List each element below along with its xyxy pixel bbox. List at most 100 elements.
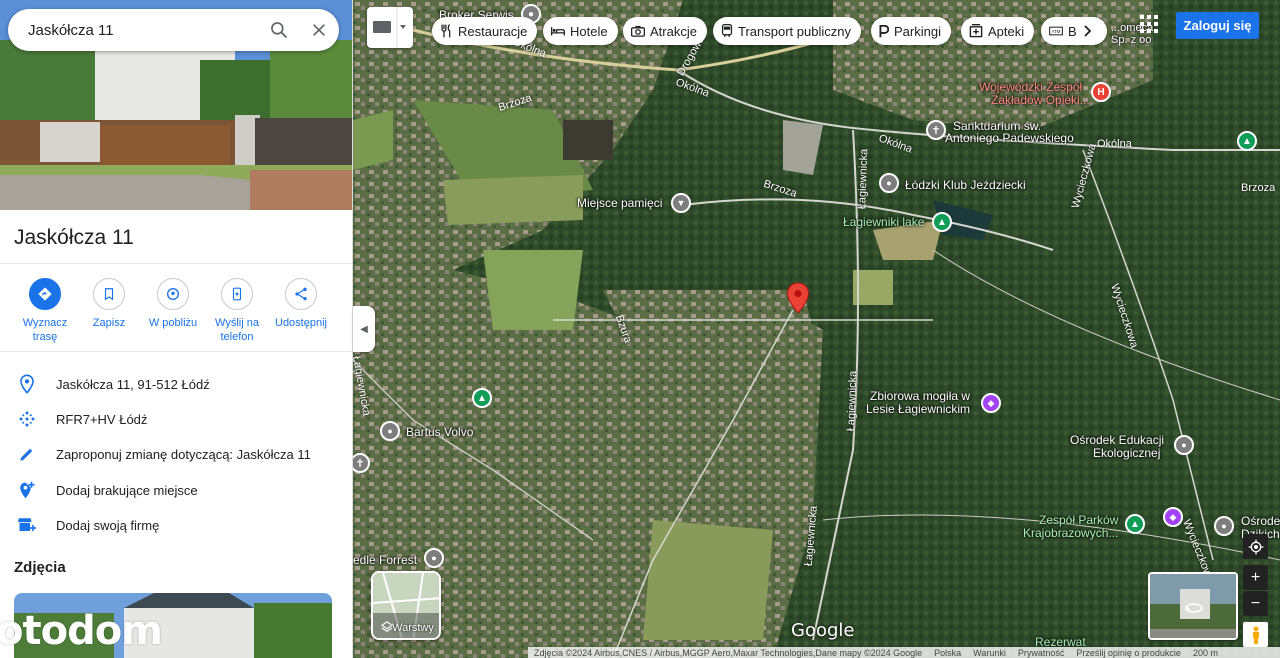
address-row[interactable]: Jaskółcza 11, 91-512 Łódź (0, 367, 352, 401)
chips-scroll-right-button[interactable] (1078, 19, 1103, 43)
nearby-button[interactable]: W pobliżu (141, 278, 205, 330)
search-button[interactable] (259, 9, 299, 51)
country-link[interactable]: Polska (928, 648, 967, 658)
send-to-phone-icon (232, 287, 242, 301)
park-marker[interactable]: ▲ (1237, 131, 1257, 151)
layers-button[interactable]: Warstwy (371, 571, 441, 640)
road-label: Łagiewnicka (856, 148, 871, 210)
search-input[interactable]: Jaskółcza 11 (8, 22, 259, 39)
poi-label[interactable]: Miejsce pamięci (577, 196, 662, 210)
place-title: Jaskółcza 11 (14, 226, 134, 249)
chip-attractions[interactable]: Atrakcje (623, 17, 707, 45)
poi-label[interactable]: Ekologicznej (1093, 446, 1160, 460)
poi-label[interactable]: Łagiewniki lake (843, 215, 924, 229)
directions-button[interactable]: Wyznacz trasę (13, 278, 77, 344)
tree-icon: ▲ (477, 392, 487, 404)
add-missing-place-text: Dodaj brakujące miejsce (56, 482, 198, 498)
my-location-icon (1248, 539, 1263, 554)
collapse-panel-button[interactable]: ◀ (353, 306, 375, 352)
poi-marker[interactable]: ● (1174, 435, 1194, 455)
poi-label[interactable]: Zakładów Opieki... (991, 93, 1090, 107)
zoom-out-button[interactable]: − (1243, 591, 1268, 616)
memorial-marker[interactable]: ◆ (981, 393, 1001, 413)
suggest-edit-row[interactable]: Zaproponuj zmianę dotyczącą: Jaskółcza 1… (0, 437, 352, 471)
hotel-icon (551, 27, 565, 36)
chip-pharmacy[interactable]: Apteki (961, 17, 1035, 45)
add-missing-place-row[interactable]: Dodaj brakujące miejsce (0, 473, 352, 507)
search-box[interactable]: Jaskółcza 11 (8, 9, 339, 51)
poi-label[interactable]: Wojewódzki Zespół (979, 80, 1082, 94)
poi-label[interactable]: Bartus Volvo (406, 425, 473, 439)
hospital-icon: H (1097, 86, 1105, 98)
chip-label: Hotele (570, 23, 608, 39)
place-side-panel: Jaskółcza 11 Jaskółcza 11 Wyznacz trasę Z… (0, 0, 353, 658)
poi-label[interactable]: Łódzki Klub Jeździecki (905, 178, 1026, 192)
add-business-row[interactable]: Dodaj swoją firmę (0, 508, 352, 542)
add-business-text: Dodaj swoją firmę (56, 517, 160, 533)
nearby-icon (167, 288, 179, 300)
pin-icon: ● (886, 178, 892, 188)
place-hero-photo[interactable]: Jaskółcza 11 (0, 0, 352, 210)
attribution-text: Zdjęcia ©2024 Airbus,CNES / Airbus,MGGP … (534, 647, 923, 658)
poi-marker[interactable]: ● (424, 548, 444, 568)
street-view-thumbnail[interactable] (1148, 572, 1238, 640)
chip-label: Apteki (988, 23, 1025, 39)
pharmacy-icon (969, 24, 983, 38)
poi-label[interactable]: Krajobrazowych... (1023, 526, 1118, 540)
restaurant-icon (441, 24, 451, 38)
chip-hotels[interactable]: Hotele (543, 17, 618, 45)
plus-icon: + (1250, 568, 1261, 586)
chip-atm[interactable]: ATM B (1041, 17, 1107, 45)
privacy-link[interactable]: Prywatność (1012, 648, 1071, 658)
place-marker[interactable] (786, 282, 810, 314)
sign-in-button[interactable]: Zaloguj się (1176, 12, 1259, 39)
chip-parking[interactable]: Parkingi (871, 17, 951, 45)
map-type-toggle[interactable] (367, 7, 413, 48)
search-icon (271, 22, 288, 39)
chip-label: Parkingi (894, 23, 941, 39)
atm-icon: ATM (1049, 26, 1063, 36)
park-marker[interactable]: ▲ (932, 212, 952, 232)
poi-marker[interactable]: ✝ (926, 120, 946, 140)
send-to-phone-button[interactable]: Wyślij na telefon (205, 278, 269, 344)
apps-grid-button[interactable] (1140, 15, 1158, 38)
chip-restaurants[interactable]: Restauracje (432, 17, 538, 45)
plus-code-row[interactable]: RFR7+HV Łódź (0, 402, 352, 436)
poi-label[interactable]: Antoniego Padewskiego (945, 131, 1074, 145)
chip-transit[interactable]: Transport publiczny (713, 17, 861, 45)
memorial-icon: ▼ (676, 198, 686, 208)
bookmark-icon (104, 288, 114, 301)
chip-label: B (1068, 23, 1077, 39)
chip-label: Transport publiczny (738, 23, 851, 39)
poi-label[interactable]: Zespół Parków (1039, 513, 1118, 527)
road-label: Łagiewnicka (845, 370, 860, 432)
poi-marker[interactable]: ● (380, 421, 400, 441)
zoom-in-button[interactable]: + (1243, 565, 1268, 590)
pin-icon: ● (1221, 521, 1227, 531)
tree-icon: ▲ (1242, 135, 1252, 147)
poi-label[interactable]: Zbiorowa mogiła w (870, 389, 970, 403)
poi-label[interactable]: Lesie Łagiewnickim (866, 402, 970, 416)
share-button[interactable]: Udostępnij (269, 278, 333, 330)
park-marker[interactable]: ▲ (472, 388, 492, 408)
satellite-map[interactable]: Restauracje Hotele Atrakcje Transport pu… (353, 0, 1280, 658)
terms-link[interactable]: Warunki (967, 648, 1012, 658)
action-label: Wyznacz (22, 317, 68, 329)
clear-search-button[interactable] (299, 9, 339, 51)
poi-label[interactable]: edle Forrest (353, 553, 417, 567)
map-imagery (353, 0, 1280, 658)
save-button[interactable]: Zapisz (77, 278, 141, 330)
poi-label[interactable]: Ośrodek Edukacji (1070, 433, 1164, 447)
poi-marker[interactable]: ● (879, 173, 899, 193)
poi-label[interactable]: Ośrodek (1241, 514, 1280, 528)
hospital-marker[interactable]: H (1091, 82, 1111, 102)
poi-marker[interactable]: ● (1214, 516, 1234, 536)
pegman-button[interactable] (1243, 622, 1268, 647)
poi-marker[interactable]: ▼ (671, 193, 691, 213)
scale-bar[interactable]: 200 m (1187, 648, 1224, 658)
my-location-button[interactable] (1243, 534, 1268, 559)
map-footer: Zdjęcia ©2024 Airbus,CNES / Airbus,MGGP … (528, 647, 1280, 658)
keyboard-icon (373, 21, 391, 33)
feedback-link[interactable]: Prześlij opinię o produkcie (1070, 648, 1187, 658)
park-marker[interactable]: ▲ (1125, 514, 1145, 534)
